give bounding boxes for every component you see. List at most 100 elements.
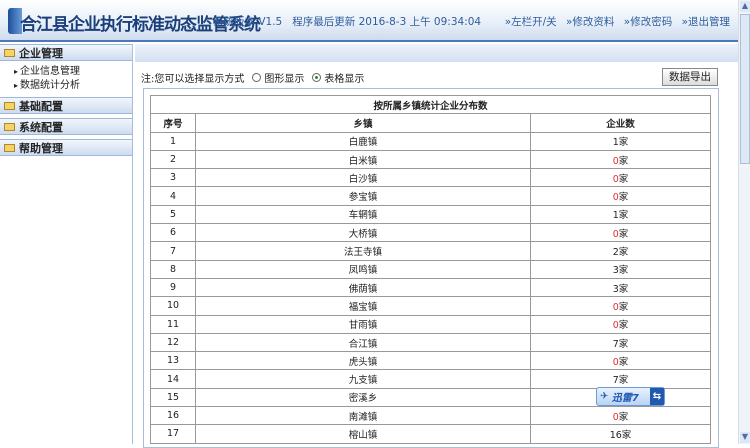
sidebar-item-statistics[interactable]: 数据统计分析	[0, 79, 132, 93]
table-row: 14 九支镇 7家	[150, 369, 711, 389]
scroll-thumb[interactable]	[740, 14, 750, 164]
xunlei-label: 迅雷7	[611, 393, 639, 404]
row-count: 0家	[530, 314, 711, 334]
radio-graph-label[interactable]: 图形显示	[264, 70, 304, 85]
row-index: 10	[150, 296, 196, 316]
row-town: 合江镇	[195, 332, 531, 353]
menu-label: 系统配置	[19, 120, 63, 134]
count-unit: 家	[618, 320, 629, 332]
table-row: 7 法王寺镇 2家	[150, 241, 711, 261]
table-row: 17 榕山镇 16家	[150, 424, 711, 444]
row-town: 南滩镇	[195, 406, 531, 426]
table-row: 5 车辋镇 1家	[150, 204, 711, 225]
table-row: 12 合江镇 7家	[150, 332, 711, 353]
row-town: 白沙镇	[195, 168, 531, 188]
row-index: 5	[150, 204, 196, 225]
count-unit: 家	[618, 155, 629, 167]
count-unit: 家	[618, 356, 629, 368]
table-caption: 按所属乡镇统计企业分布数	[150, 94, 711, 115]
header-count: 企业数	[530, 113, 711, 133]
export-button[interactable]: 数据导出	[662, 68, 718, 86]
menu-label: 帮助管理	[19, 141, 63, 155]
xunlei-floating-widget[interactable]: ✈ 迅雷7 ⇆	[596, 387, 665, 406]
row-index: 13	[150, 351, 196, 371]
count-unit: 家	[618, 137, 629, 149]
table-row: 3 白沙镇 0家	[150, 168, 711, 188]
count-unit: 家	[618, 247, 629, 259]
bird-icon: ✈	[600, 391, 612, 402]
radio-graph[interactable]	[252, 73, 262, 82]
row-index: 12	[150, 332, 196, 353]
count-unit: 家	[618, 228, 629, 240]
table-row: 13 虎头镇 0家	[150, 351, 711, 371]
edit-profile-link[interactable]: »修改资料	[566, 16, 614, 28]
row-town: 佛荫镇	[195, 277, 531, 298]
folder-icon	[4, 143, 15, 152]
row-town: 榕山镇	[195, 424, 531, 444]
count-unit: 家	[618, 173, 629, 185]
row-index: 11	[150, 314, 196, 334]
row-town: 密溪乡	[195, 387, 531, 408]
header-index: 序号	[150, 113, 196, 133]
row-town: 参宝镇	[195, 186, 531, 206]
row-count: 0家	[530, 168, 711, 188]
count-unit: 家	[618, 283, 629, 295]
row-count: 3家	[530, 277, 711, 298]
row-count: 16家	[530, 424, 711, 444]
table-row: 1 白鹿镇 1家	[150, 131, 711, 151]
sidebar: 企业管理 企业信息管理 数据统计分析 基础配置 系统配置 帮助管理	[0, 44, 133, 444]
scrollbar[interactable]: ▲ ▼	[738, 0, 750, 444]
count-unit: 家	[618, 301, 629, 313]
table-row: 11 甘雨镇 0家	[150, 314, 711, 334]
table-row: 9 佛荫镇 3家	[150, 277, 711, 298]
row-town: 大桥镇	[195, 223, 531, 243]
row-index: 1	[150, 131, 196, 151]
count-unit: 家	[618, 265, 629, 277]
count-unit: 家	[618, 192, 629, 204]
row-count: 3家	[530, 259, 711, 279]
row-index: 14	[150, 369, 196, 389]
logout-link[interactable]: »退出管理	[682, 16, 730, 28]
menu-system-config[interactable]: 系统配置	[0, 118, 132, 135]
row-index: 16	[150, 406, 196, 426]
count-value: 16	[609, 429, 622, 441]
row-town: 法王寺镇	[195, 241, 531, 261]
count-unit: 家	[618, 375, 629, 387]
row-index: 6	[150, 223, 196, 243]
menu-basic-config[interactable]: 基础配置	[0, 97, 132, 114]
row-count: 0家	[530, 296, 711, 316]
content-title-bar	[135, 44, 738, 62]
table-row: 16 南滩镇 0家	[150, 406, 711, 426]
row-index: 9	[150, 277, 196, 298]
version-info: 系统版本 V1.5 程序最后更新 2016-8-3 上午 09:34:04	[213, 14, 481, 29]
change-password-link[interactable]: »修改密码	[624, 16, 672, 28]
menu-help[interactable]: 帮助管理	[0, 139, 132, 156]
header: 合江县企业执行标准动态监管系统 系统版本 V1.5 程序最后更新 2016-8-…	[0, 0, 738, 42]
folder-icon	[4, 48, 15, 57]
row-count: 1家	[530, 131, 711, 151]
scroll-down-icon[interactable]: ▼	[740, 432, 750, 443]
radio-table[interactable]	[312, 73, 322, 82]
table-row: 4 参宝镇 0家	[150, 186, 711, 206]
display-mode-note: 注:您可以选择显示方式	[141, 74, 245, 85]
row-index: 4	[150, 186, 196, 206]
scroll-up-icon[interactable]: ▲	[740, 1, 750, 12]
menu-label: 企业管理	[19, 46, 63, 60]
table-row: 6 大桥镇 0家	[150, 223, 711, 243]
sidebar-item-enterprise-info[interactable]: 企业信息管理	[0, 65, 132, 79]
header-links: »左栏开/关 »修改资料 »修改密码 »退出管理	[499, 14, 730, 29]
radio-table-label[interactable]: 表格显示	[324, 70, 364, 85]
row-index: 17	[150, 424, 196, 444]
row-index: 7	[150, 241, 196, 261]
row-town: 白鹿镇	[195, 131, 531, 151]
menu-label: 基础配置	[19, 99, 63, 113]
menu-enterprise[interactable]: 企业管理	[0, 44, 132, 61]
switch-icon[interactable]: ⇆	[650, 388, 664, 405]
version-text: 系统版本 V1.5	[213, 16, 283, 28]
row-town: 九支镇	[195, 369, 531, 389]
toggle-sidebar-link[interactable]: »左栏开/关	[505, 16, 557, 28]
row-count: 0家	[530, 149, 711, 170]
row-count: 7家	[530, 369, 711, 389]
row-town: 甘雨镇	[195, 314, 531, 334]
row-count: 0家	[530, 351, 711, 371]
